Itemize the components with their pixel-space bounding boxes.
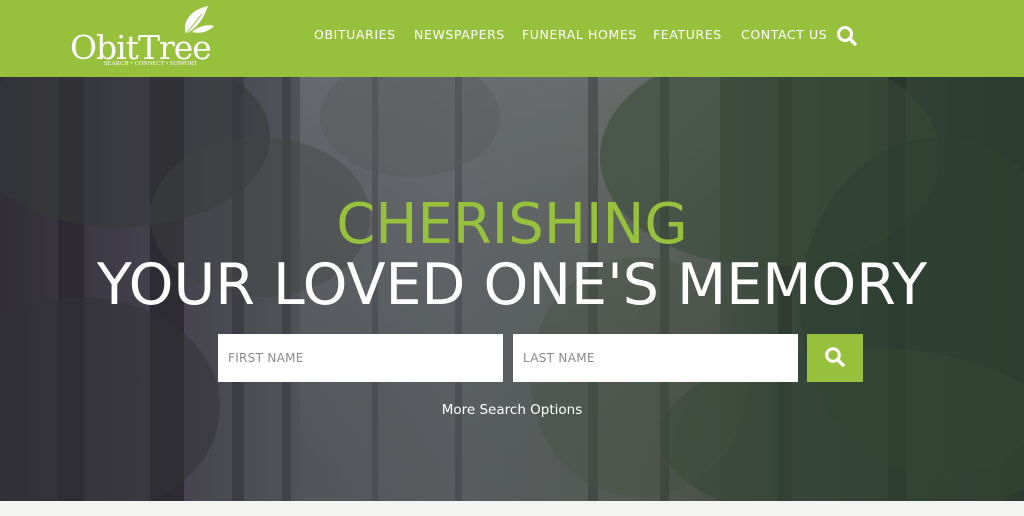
logo-tagline: SEARCH • CONNECT • SUPPORT xyxy=(104,61,198,67)
nav-item-funeral-homes[interactable]: FUNERAL HOMES xyxy=(522,27,637,42)
nav-item-contact-us[interactable]: CONTACT US xyxy=(741,27,827,42)
nav-item-obituaries[interactable]: OBITUARIES xyxy=(314,27,396,42)
site-header: ObitTree SEARCH • CONNECT • SUPPORT OBIT… xyxy=(0,0,1024,77)
obittree-logo[interactable]: ObitTree SEARCH • CONNECT • SUPPORT xyxy=(68,4,218,72)
nav-item-newspapers[interactable]: NEWSPAPERS xyxy=(414,27,505,42)
search-button[interactable] xyxy=(807,334,863,382)
more-search-options-link[interactable]: More Search Options xyxy=(0,402,1024,418)
search-icon[interactable] xyxy=(836,25,858,47)
headline-accent: CHERISHING xyxy=(336,192,688,257)
search-icon xyxy=(825,346,845,367)
nav-item-features[interactable]: FEATURES xyxy=(653,27,722,42)
hero-banner: CHERISHING YOUR LOVED ONE'S MEMORY More … xyxy=(0,77,1024,501)
page-bottom-strip xyxy=(0,501,1024,516)
first-name-input[interactable] xyxy=(218,334,503,382)
last-name-input[interactable] xyxy=(513,334,798,382)
headline-main: YOUR LOVED ONE'S MEMORY xyxy=(96,252,928,318)
